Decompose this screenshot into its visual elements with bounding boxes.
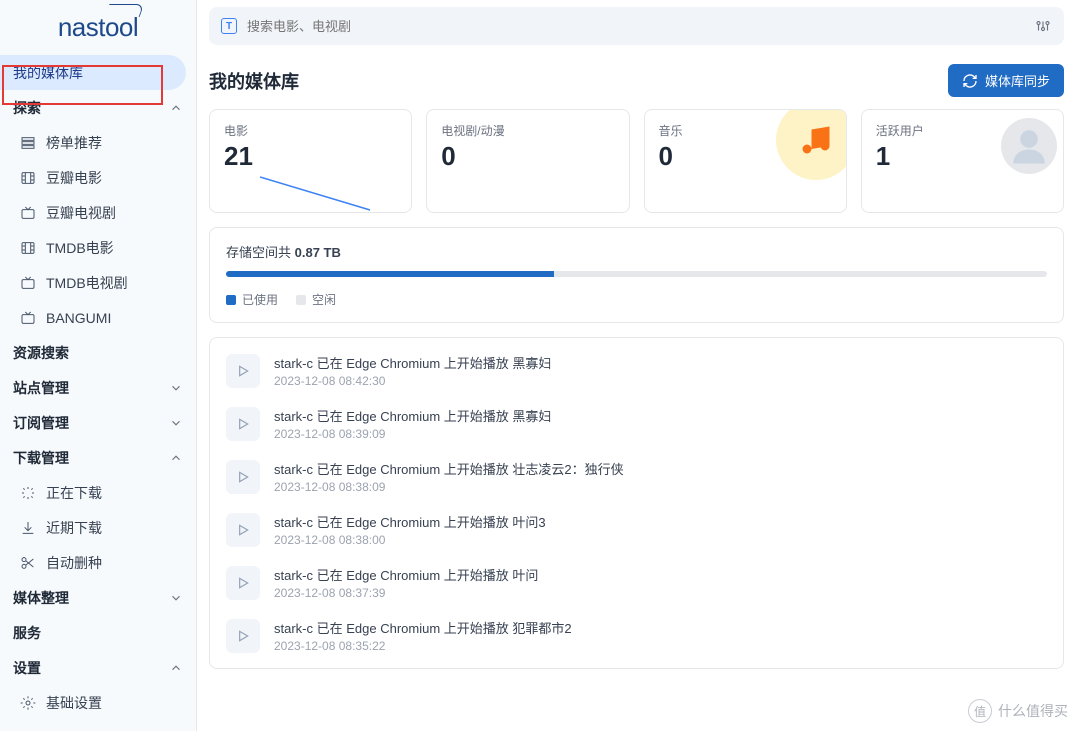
sidebar-group[interactable]: 服务 [0,615,196,650]
sidebar-group[interactable]: 设置 [0,650,196,685]
stat-value: 0 [441,141,614,172]
sidebar: nastool 我的媒体库探索榜单推荐豆瓣电影豆瓣电视剧TMDB电影TMDB电视… [0,0,197,731]
activity-row[interactable]: stark-c 已在 Edge Chromium 上开始播放 叶问3 2023-… [210,503,1063,556]
activity-time: 2023-12-08 08:38:00 [274,533,546,547]
sidebar-item[interactable]: BANGUMI [0,300,196,335]
stat-label: 电视剧/动漫 [441,122,614,139]
storage-title: 存储空间共 0.87 TB [226,242,1047,261]
stat-label: 电影 [224,122,397,139]
play-icon [226,407,260,441]
activity-row[interactable]: stark-c 已在 Edge Chromium 上开始播放 犯罪都市2 202… [210,609,1063,662]
loading-icon [20,485,36,501]
play-icon [226,354,260,388]
gear-icon [20,695,36,711]
play-icon [226,566,260,600]
page-title: 我的媒体库 [209,68,299,94]
refresh-icon [962,73,978,89]
search-input[interactable] [247,19,1024,34]
scissors-icon [20,555,36,571]
activity-text: stark-c 已在 Edge Chromium 上开始播放 叶问3 [274,512,546,531]
activity-time: 2023-12-08 08:37:39 [274,586,538,600]
activity-text: stark-c 已在 Edge Chromium 上开始播放 叶问 [274,565,538,584]
tv-icon [20,205,36,221]
sidebar-item[interactable]: 豆瓣电视剧 [0,195,196,230]
play-icon [226,513,260,547]
sidebar-item[interactable]: 基础设置 [0,685,196,720]
sidebar-item-library[interactable]: 我的媒体库 [0,55,186,90]
sidebar-item[interactable]: 正在下载 [0,475,196,510]
activity-row[interactable]: stark-c 已在 Edge Chromium 上开始播放 壮志凌云2：独行侠… [210,450,1063,503]
main: T 我的媒体库 媒体库同步 电影 21 电视剧/动漫 0 音乐 0 活跃用户 [197,0,1080,731]
sidebar-item[interactable]: 自动删种 [0,545,196,580]
activity-time: 2023-12-08 08:42:30 [274,374,551,388]
tv-icon [20,275,36,291]
stat-value: 21 [224,141,397,172]
stat-card-movie[interactable]: 电影 21 [209,109,412,213]
list-icon [20,135,36,151]
activity-row[interactable]: stark-c 已在 Edge Chromium 上开始播放 黑寡妇 2023-… [210,344,1063,397]
activity-time: 2023-12-08 08:39:09 [274,427,551,441]
content: 我的媒体库 媒体库同步 电影 21 电视剧/动漫 0 音乐 0 活跃用户 1 存… [197,48,1080,731]
play-icon [226,460,260,494]
sidebar-group[interactable]: 站点管理 [0,370,196,405]
activity-text: stark-c 已在 Edge Chromium 上开始播放 犯罪都市2 [274,618,572,637]
sidebar-group[interactable]: 探索 [0,90,196,125]
download-icon [20,520,36,536]
legend-free: 空闲 [296,291,336,308]
sidebar-group[interactable]: 资源搜索 [0,335,196,370]
sidebar-group[interactable]: 下载管理 [0,440,196,475]
legend-used: 已使用 [226,291,278,308]
search-t-icon: T [221,18,237,34]
activity-text: stark-c 已在 Edge Chromium 上开始播放 壮志凌云2：独行侠 [274,459,624,478]
film-icon [20,170,36,186]
play-icon [226,619,260,653]
activity-time: 2023-12-08 08:38:09 [274,480,624,494]
sidebar-item[interactable]: 榜单推荐 [0,125,196,160]
activity-row[interactable]: stark-c 已在 Edge Chromium 上开始播放 黑寡妇 2023-… [210,397,1063,450]
sync-button[interactable]: 媒体库同步 [948,64,1064,97]
sidebar-item[interactable]: 近期下载 [0,510,196,545]
film-icon [20,240,36,256]
storage-fill [226,271,554,277]
stat-card-user[interactable]: 活跃用户 1 [861,109,1064,213]
activity-row[interactable]: stark-c 已在 Edge Chromium 上开始播放 叶问 2023-1… [210,556,1063,609]
stat-card-tv[interactable]: 电视剧/动漫 0 [426,109,629,213]
tv-icon [20,310,36,326]
sidebar-item[interactable]: TMDB电视剧 [0,265,196,300]
activity-list: stark-c 已在 Edge Chromium 上开始播放 黑寡妇 2023-… [209,337,1064,669]
storage-legend: 已使用 空闲 [226,291,1047,308]
sidebar-item[interactable]: TMDB电影 [0,230,196,265]
activity-text: stark-c 已在 Edge Chromium 上开始播放 黑寡妇 [274,406,551,425]
activity-time: 2023-12-08 08:35:22 [274,639,572,653]
stat-card-music[interactable]: 音乐 0 [644,109,847,213]
search-settings-icon[interactable] [1034,17,1052,35]
topbar: T [209,4,1064,48]
activity-text: stark-c 已在 Edge Chromium 上开始播放 黑寡妇 [274,353,551,372]
search-box[interactable]: T [209,7,1064,45]
watermark: 值 什么值得买 [968,699,1068,723]
watermark-icon: 值 [968,699,992,723]
logo[interactable]: nastool [0,0,196,55]
sidebar-group[interactable]: 订阅管理 [0,405,196,440]
sidebar-item[interactable]: 豆瓣电影 [0,160,196,195]
storage-card: 存储空间共 0.87 TB 已使用 空闲 [209,227,1064,323]
storage-bar [226,271,1047,277]
avatar-icon [1001,118,1057,174]
sidebar-group[interactable]: 媒体整理 [0,580,196,615]
